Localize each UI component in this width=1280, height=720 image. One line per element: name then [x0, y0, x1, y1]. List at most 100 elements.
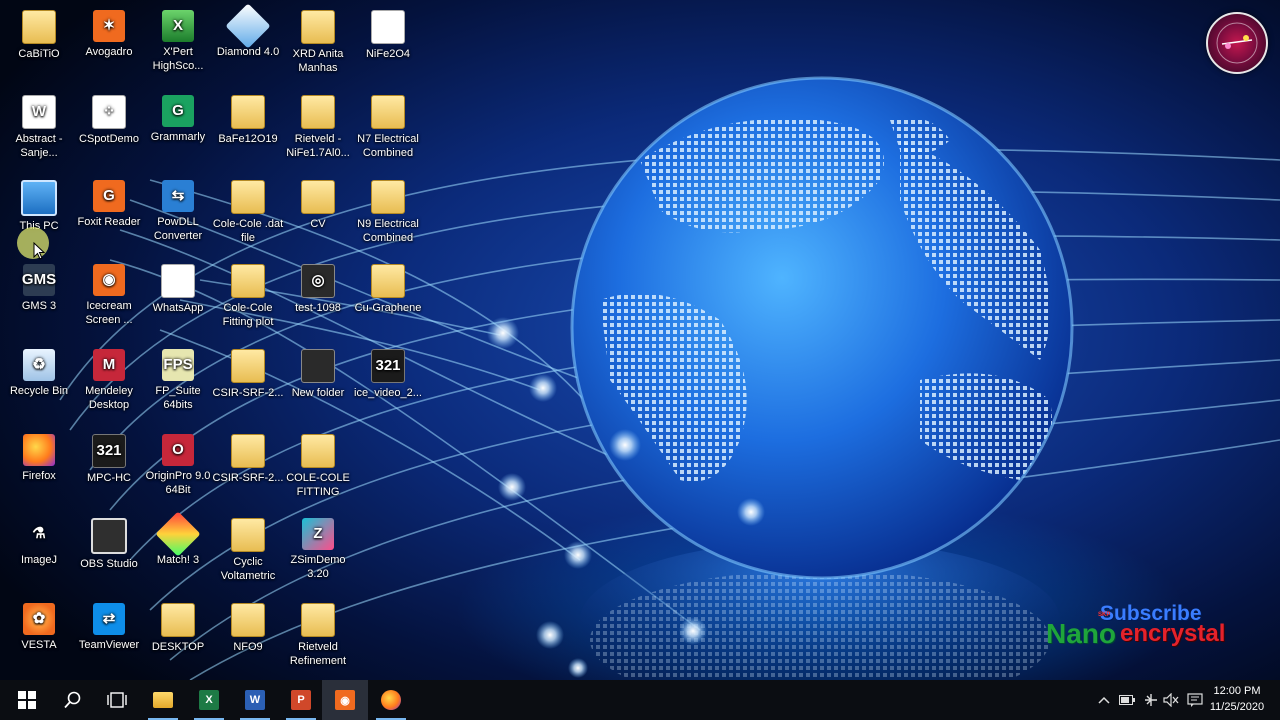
desktop-icon[interactable]: Rietveld Refinement [282, 601, 354, 680]
subscribe-watermark: Subscribe SKP Nano encrystal [1046, 602, 1266, 649]
taskbar-icecream-recorder[interactable]: ◉ [322, 680, 368, 720]
mendeley-icon: M [93, 349, 125, 381]
folder-icon [301, 10, 335, 44]
icecream-recorder-icon: ◉ [335, 690, 355, 710]
folder-icon [161, 603, 195, 637]
desktop-icon[interactable]: O OriginPro 9.0 64Bit [142, 432, 214, 512]
powdll-icon: ⇆ [162, 180, 194, 212]
desktop-icon[interactable]: ⚗ ImageJ [3, 516, 75, 596]
excel-icon: X [199, 690, 219, 710]
desktop-icon-label: OriginPro 9.0 64Bit [145, 470, 211, 496]
icecream-screen-icon: ◉ [93, 264, 125, 296]
desktop-icon[interactable]: CaBiTiO [3, 8, 75, 88]
desktop-icon-label: DESKTOP [151, 641, 205, 653]
desktop-icon[interactable]: NiFe2O4 [352, 8, 424, 88]
desktop[interactable]: CaBiTiO ✶ Avogadro X X'Pert HighSco... Diamon… [0, 0, 1280, 680]
desktop-icon[interactable]: OBS Studio [73, 516, 145, 596]
desktop-icon[interactable]: G Foxit Reader [73, 178, 145, 258]
desktop-icon[interactable]: W Abstract -Sanje... [3, 93, 75, 173]
folder-icon [231, 95, 265, 129]
desktop-icon-label: Cu-Graphene [354, 302, 422, 314]
desktop-icon-label: Rietveld Refinement [289, 641, 347, 667]
taskbar-file-explorer[interactable] [140, 680, 186, 720]
taskbar-excel[interactable]: X [186, 680, 232, 720]
teamviewer-icon: ⇄ [93, 603, 125, 635]
video-file-icon: 321 [371, 349, 405, 383]
tray-action-center[interactable] [1184, 680, 1206, 720]
desktop-icon-label: VESTA [21, 639, 57, 651]
desktop-icon[interactable]: ♻ Recycle Bin [3, 347, 75, 427]
recycle-bin-icon: ♻ [23, 349, 55, 381]
desktop-icon[interactable]: COLE-COLE FITTING [282, 432, 354, 512]
desktop-icon[interactable]: BaFe12O19 [212, 93, 284, 173]
volume-muted-icon [1163, 693, 1179, 707]
folder-icon [371, 95, 405, 129]
folder-icon [231, 518, 265, 552]
search-icon [64, 691, 81, 709]
avogadro-icon: ✶ [93, 10, 125, 42]
fp-suite-icon: FPS [162, 349, 194, 381]
desktop-icon-label: X'Pert HighSco... [152, 46, 204, 72]
desktop-icon[interactable]: Match! 3 [142, 511, 214, 596]
desktop-icon-label: CV [310, 218, 326, 230]
desktop-icon[interactable]: FPS FP_Suite 64bits [142, 347, 214, 427]
desktop-icon[interactable]: N9 Electrical Combined [352, 178, 424, 258]
desktop-icon-label: TeamViewer [78, 639, 140, 651]
desktop-icon[interactable]: ⁘ CSpotDemo [73, 93, 145, 173]
desktop-icon[interactable]: GMS GMS 3 [3, 262, 75, 342]
desktop-icon[interactable]: CSIR-SRF-2... [212, 347, 284, 427]
desktop-icon[interactable]: ◉ Icecream Screen ... [73, 262, 145, 342]
tray-network[interactable] [1140, 680, 1162, 720]
desktop-icon[interactable]: Cu-Graphene [352, 262, 424, 342]
desktop-icon[interactable]: 321 ice_video_2... [352, 347, 424, 427]
tray-volume[interactable] [1160, 680, 1182, 720]
desktop-icon[interactable]: Diamond 4.0 [212, 3, 284, 88]
desktop-icon-label: OBS Studio [80, 558, 138, 570]
desktop-icon[interactable]: N7 Electrical Combined [352, 93, 424, 173]
start-button[interactable] [4, 680, 50, 720]
mouse-cursor-icon [33, 242, 45, 260]
desktop-icon-label: NiFe2O4 [365, 48, 411, 60]
desktop-icon[interactable]: CV [282, 178, 354, 258]
diamond-icon [225, 3, 271, 49]
desktop-icon[interactable]: DESKTOP [142, 601, 214, 680]
tray-overflow-button[interactable] [1094, 680, 1114, 720]
desktop-icon[interactable]: G Grammarly [142, 93, 214, 173]
desktop-icon[interactable]: Cyclic Voltametric [212, 516, 284, 596]
desktop-icon[interactable]: ⇄ TeamViewer [73, 601, 145, 680]
desktop-icon[interactable]: CSIR-SRF-2... [212, 432, 284, 512]
desktop-icon[interactable]: Cole-Cole .dat file [212, 178, 284, 258]
this-pc-icon [21, 180, 57, 216]
word-document-icon: W [22, 95, 56, 129]
desktop-icon[interactable]: Rietveld - NiFe1.7Al0... [282, 93, 354, 173]
folder-icon [22, 10, 56, 44]
desktop-icon[interactable]: Cole-Cole Fitting plot [212, 262, 284, 342]
taskbar-powerpoint[interactable]: P [278, 680, 324, 720]
desktop-icon[interactable]: New folder [282, 347, 354, 427]
desktop-icon[interactable]: XRD Anita Manhas [282, 8, 354, 88]
tray-battery[interactable] [1116, 680, 1138, 720]
desktop-icon[interactable]: ✶ Avogadro [73, 8, 145, 88]
task-view-button[interactable] [94, 680, 140, 720]
folder-icon [231, 264, 265, 298]
notifications-icon [1187, 693, 1203, 707]
desktop-icon[interactable]: 321 MPC-HC [73, 432, 145, 512]
desktop-icon[interactable]: Firefox [3, 432, 75, 512]
folder-icon [301, 180, 335, 214]
desktop-icon[interactable]: ✿ VESTA [3, 601, 75, 680]
desktop-icon[interactable]: M Mendeley Desktop [73, 347, 145, 427]
taskbar-word[interactable]: W [232, 680, 278, 720]
match-icon [155, 511, 201, 557]
desktop-icon[interactable]: ◎ test-1098 [282, 262, 354, 342]
desktop-icon[interactable]: NFO9 [212, 601, 284, 680]
taskbar-firefox[interactable] [368, 680, 414, 720]
search-button[interactable] [50, 680, 96, 720]
desktop-icon[interactable]: X X'Pert HighSco... [142, 8, 214, 88]
desktop-icon-label: CSpotDemo [79, 133, 139, 145]
taskbar-clock[interactable]: 12:00 PM 11/25/2020 [1206, 683, 1268, 715]
watermark-encrystal: encrystal [1120, 620, 1226, 647]
desktop-icon[interactable]: ⇆ PowDLL Converter [142, 178, 214, 258]
desktop-icon[interactable]: Z ZSimDemo 3.20 [282, 516, 354, 596]
desktop-icon-label: BaFe12O19 [218, 133, 278, 145]
desktop-icon[interactable]: WhatsApp [142, 262, 214, 342]
